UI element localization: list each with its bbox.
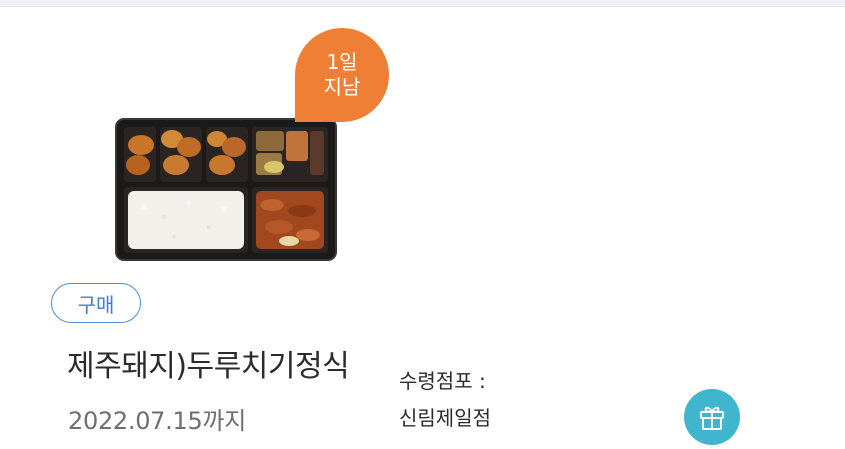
pickup-store-label: 수령점포 :: [399, 369, 486, 393]
elapsed-badge-label: 지남: [323, 75, 361, 99]
elapsed-days-badge: 1일 지남: [295, 28, 389, 122]
product-image: [114, 117, 338, 262]
gift-icon: [700, 406, 724, 430]
lunchbox-image: [115, 118, 337, 261]
expiry-date: 2022.07.15까지: [68, 407, 246, 435]
product-name: 제주돼지)두루치기정식: [67, 349, 350, 384]
elapsed-badge-days: 1일: [326, 50, 358, 74]
purchase-type-tag: 구매: [51, 283, 141, 323]
pickup-store-name: 신림제일점: [399, 406, 491, 430]
top-divider: [0, 0, 845, 7]
gift-button[interactable]: [684, 389, 740, 445]
coupon-card[interactable]: 1일 지남 구매 제주돼지)두루치기정식 2022.07.15까지 수령점포 :…: [0, 7, 845, 449]
